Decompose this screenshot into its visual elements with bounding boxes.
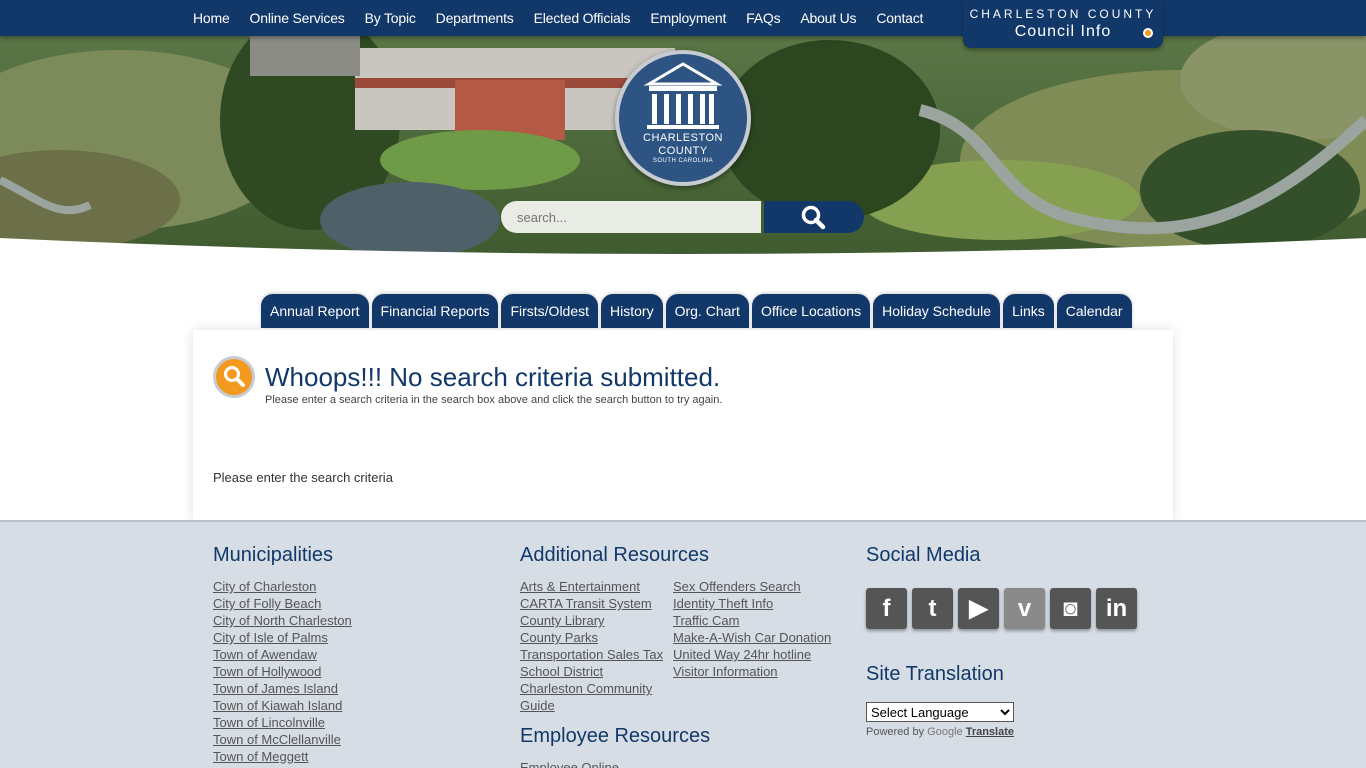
county-seal-logo[interactable]: CHARLESTON COUNTY SOUTH CAROLINA (615, 50, 751, 186)
tab-holiday-schedule[interactable]: Holiday Schedule (873, 294, 1001, 328)
tab-calendar[interactable]: Calendar (1056, 294, 1132, 328)
nav-link-elected-officials[interactable]: Elected Officials (534, 10, 631, 26)
municipalities-heading: Municipalities (213, 544, 334, 566)
footer-link-city-of-charleston[interactable]: City of Charleston (213, 578, 352, 595)
footer: Municipalities City of Charleston City of… (0, 520, 1366, 768)
additional-resources-list-2: Sex Offenders Search Identity Theft Info T… (673, 578, 831, 680)
footer-link-town-of-mcclellanville[interactable]: Town of McClellanville (213, 731, 352, 748)
employee-resources-list: Employee Online (520, 759, 619, 768)
instagram-icon[interactable]: ◙ (1050, 588, 1091, 629)
status-dot-icon (1143, 28, 1153, 38)
secondary-tabs: Annual Report Financial Reports Firsts/Old… (261, 294, 1135, 328)
search-results-panel: Whoops!!! No search criteria submitted. … (193, 330, 1173, 522)
footer-link-county-parks[interactable]: County Parks (520, 629, 663, 646)
council-info-button[interactable]: CHARLESTON COUNTY Council Info (963, 0, 1163, 48)
footer-link-city-of-folly-beach[interactable]: City of Folly Beach (213, 595, 352, 612)
footer-link-united-way-24hr-hotline[interactable]: United Way 24hr hotline (673, 646, 831, 663)
tab-history[interactable]: History (601, 294, 663, 328)
search-icon (801, 205, 826, 230)
page-title: Whoops!!! No search criteria submitted. (265, 362, 721, 392)
footer-link-city-of-isle-of-palms[interactable]: City of Isle of Palms (213, 629, 352, 646)
powered-by-label: Powered by (866, 726, 925, 738)
vimeo-icon[interactable]: v (1004, 588, 1045, 629)
tab-financial-reports[interactable]: Financial Reports (371, 294, 499, 328)
seal-text-county: COUNTY (658, 145, 708, 157)
footer-link-carta-transit-system[interactable]: CARTA Transit System (520, 595, 663, 612)
additional-resources-list-1: Arts & Entertainment CARTA Transit System… (520, 578, 663, 714)
nav-link-faqs[interactable]: FAQs (746, 10, 780, 26)
powered-by-google: Powered by Google Translate (866, 726, 1014, 738)
footer-link-town-of-meggett[interactable]: Town of Meggett (213, 748, 352, 765)
seal-text-charleston: CHARLESTON (643, 132, 723, 144)
employee-resources-heading: Employee Resources (520, 725, 711, 747)
footer-link-make-a-wish-car-donation[interactable]: Make-A-Wish Car Donation (673, 629, 831, 646)
search-badge-icon (213, 356, 255, 398)
facebook-icon[interactable]: f (866, 588, 907, 629)
footer-link-town-of-awendaw[interactable]: Town of Awendaw (213, 646, 352, 663)
footer-link-town-of-lincolnville[interactable]: Town of Lincolnville (213, 714, 352, 731)
nav-link-about-us[interactable]: About Us (800, 10, 856, 26)
tab-annual-report[interactable]: Annual Report (261, 294, 369, 328)
footer-link-town-of-hollywood[interactable]: Town of Hollywood (213, 663, 352, 680)
tab-firsts-oldest[interactable]: Firsts/Oldest (501, 294, 599, 328)
nav-link-by-topic[interactable]: By Topic (365, 10, 416, 26)
twitter-icon[interactable]: t (912, 588, 953, 629)
footer-link-charleston-community[interactable]: Charleston Community (520, 680, 663, 697)
council-county-label: CHARLESTON COUNTY (969, 7, 1157, 21)
footer-link-city-of-north-charleston[interactable]: City of North Charleston (213, 612, 352, 629)
site-translation-heading: Site Translation (866, 663, 1004, 685)
additional-resources-heading: Additional Resources (520, 544, 709, 566)
top-nav-links: Home Online Services By Topic Departments El… (193, 0, 943, 36)
footer-link-identity-theft-info[interactable]: Identity Theft Info (673, 595, 831, 612)
footer-link-county-library[interactable]: County Library (520, 612, 663, 629)
google-logo-text: Google (927, 726, 963, 738)
page-subtitle: Please enter a search criteria in the se… (265, 394, 723, 406)
tab-org-chart[interactable]: Org. Chart (665, 294, 749, 328)
youtube-icon[interactable]: ▶ (958, 588, 999, 629)
nav-link-contact[interactable]: Contact (876, 10, 923, 26)
footer-link-town-of-james-island[interactable]: Town of James Island (213, 680, 352, 697)
translate-link[interactable]: Translate (966, 726, 1014, 738)
footer-link-traffic-cam[interactable]: Traffic Cam (673, 612, 831, 629)
council-info-label: Council Info (1014, 23, 1112, 40)
nav-link-online-services[interactable]: Online Services (250, 10, 345, 26)
nav-link-departments[interactable]: Departments (436, 10, 514, 26)
nav-link-employment[interactable]: Employment (650, 10, 726, 26)
footer-link-guide[interactable]: Guide (520, 697, 663, 714)
magnifier-icon (224, 366, 245, 387)
search-button[interactable] (764, 201, 864, 233)
footer-link-school-district[interactable]: School District (520, 663, 663, 680)
language-select[interactable]: Select Language (866, 702, 1014, 722)
nav-link-home[interactable]: Home (193, 10, 230, 26)
search-message: Please enter the search criteria (213, 470, 393, 485)
search-input[interactable] (501, 201, 761, 233)
social-media-heading: Social Media (866, 544, 981, 566)
seal-text-state: SOUTH CAROLINA (652, 158, 714, 164)
linkedin-icon[interactable]: in (1096, 588, 1137, 629)
footer-link-employee-online[interactable]: Employee Online (520, 759, 619, 768)
footer-link-town-of-kiawah-island[interactable]: Town of Kiawah Island (213, 697, 352, 714)
hero-banner: Home Online Services By Topic Departments El… (0, 0, 1366, 268)
footer-link-sex-offenders-search[interactable]: Sex Offenders Search (673, 578, 831, 595)
tab-links[interactable]: Links (1003, 294, 1054, 328)
footer-link-transportation-sales-tax[interactable]: Transportation Sales Tax (520, 646, 663, 663)
footer-link-arts-entertainment[interactable]: Arts & Entertainment (520, 578, 663, 595)
tab-office-locations[interactable]: Office Locations (751, 294, 871, 328)
social-media-icons: f t ▶ v ◙ in (866, 588, 1142, 629)
footer-link-visitor-information[interactable]: Visitor Information (673, 663, 831, 680)
municipalities-list: City of Charleston City of Folly Beach Cit… (213, 578, 352, 768)
